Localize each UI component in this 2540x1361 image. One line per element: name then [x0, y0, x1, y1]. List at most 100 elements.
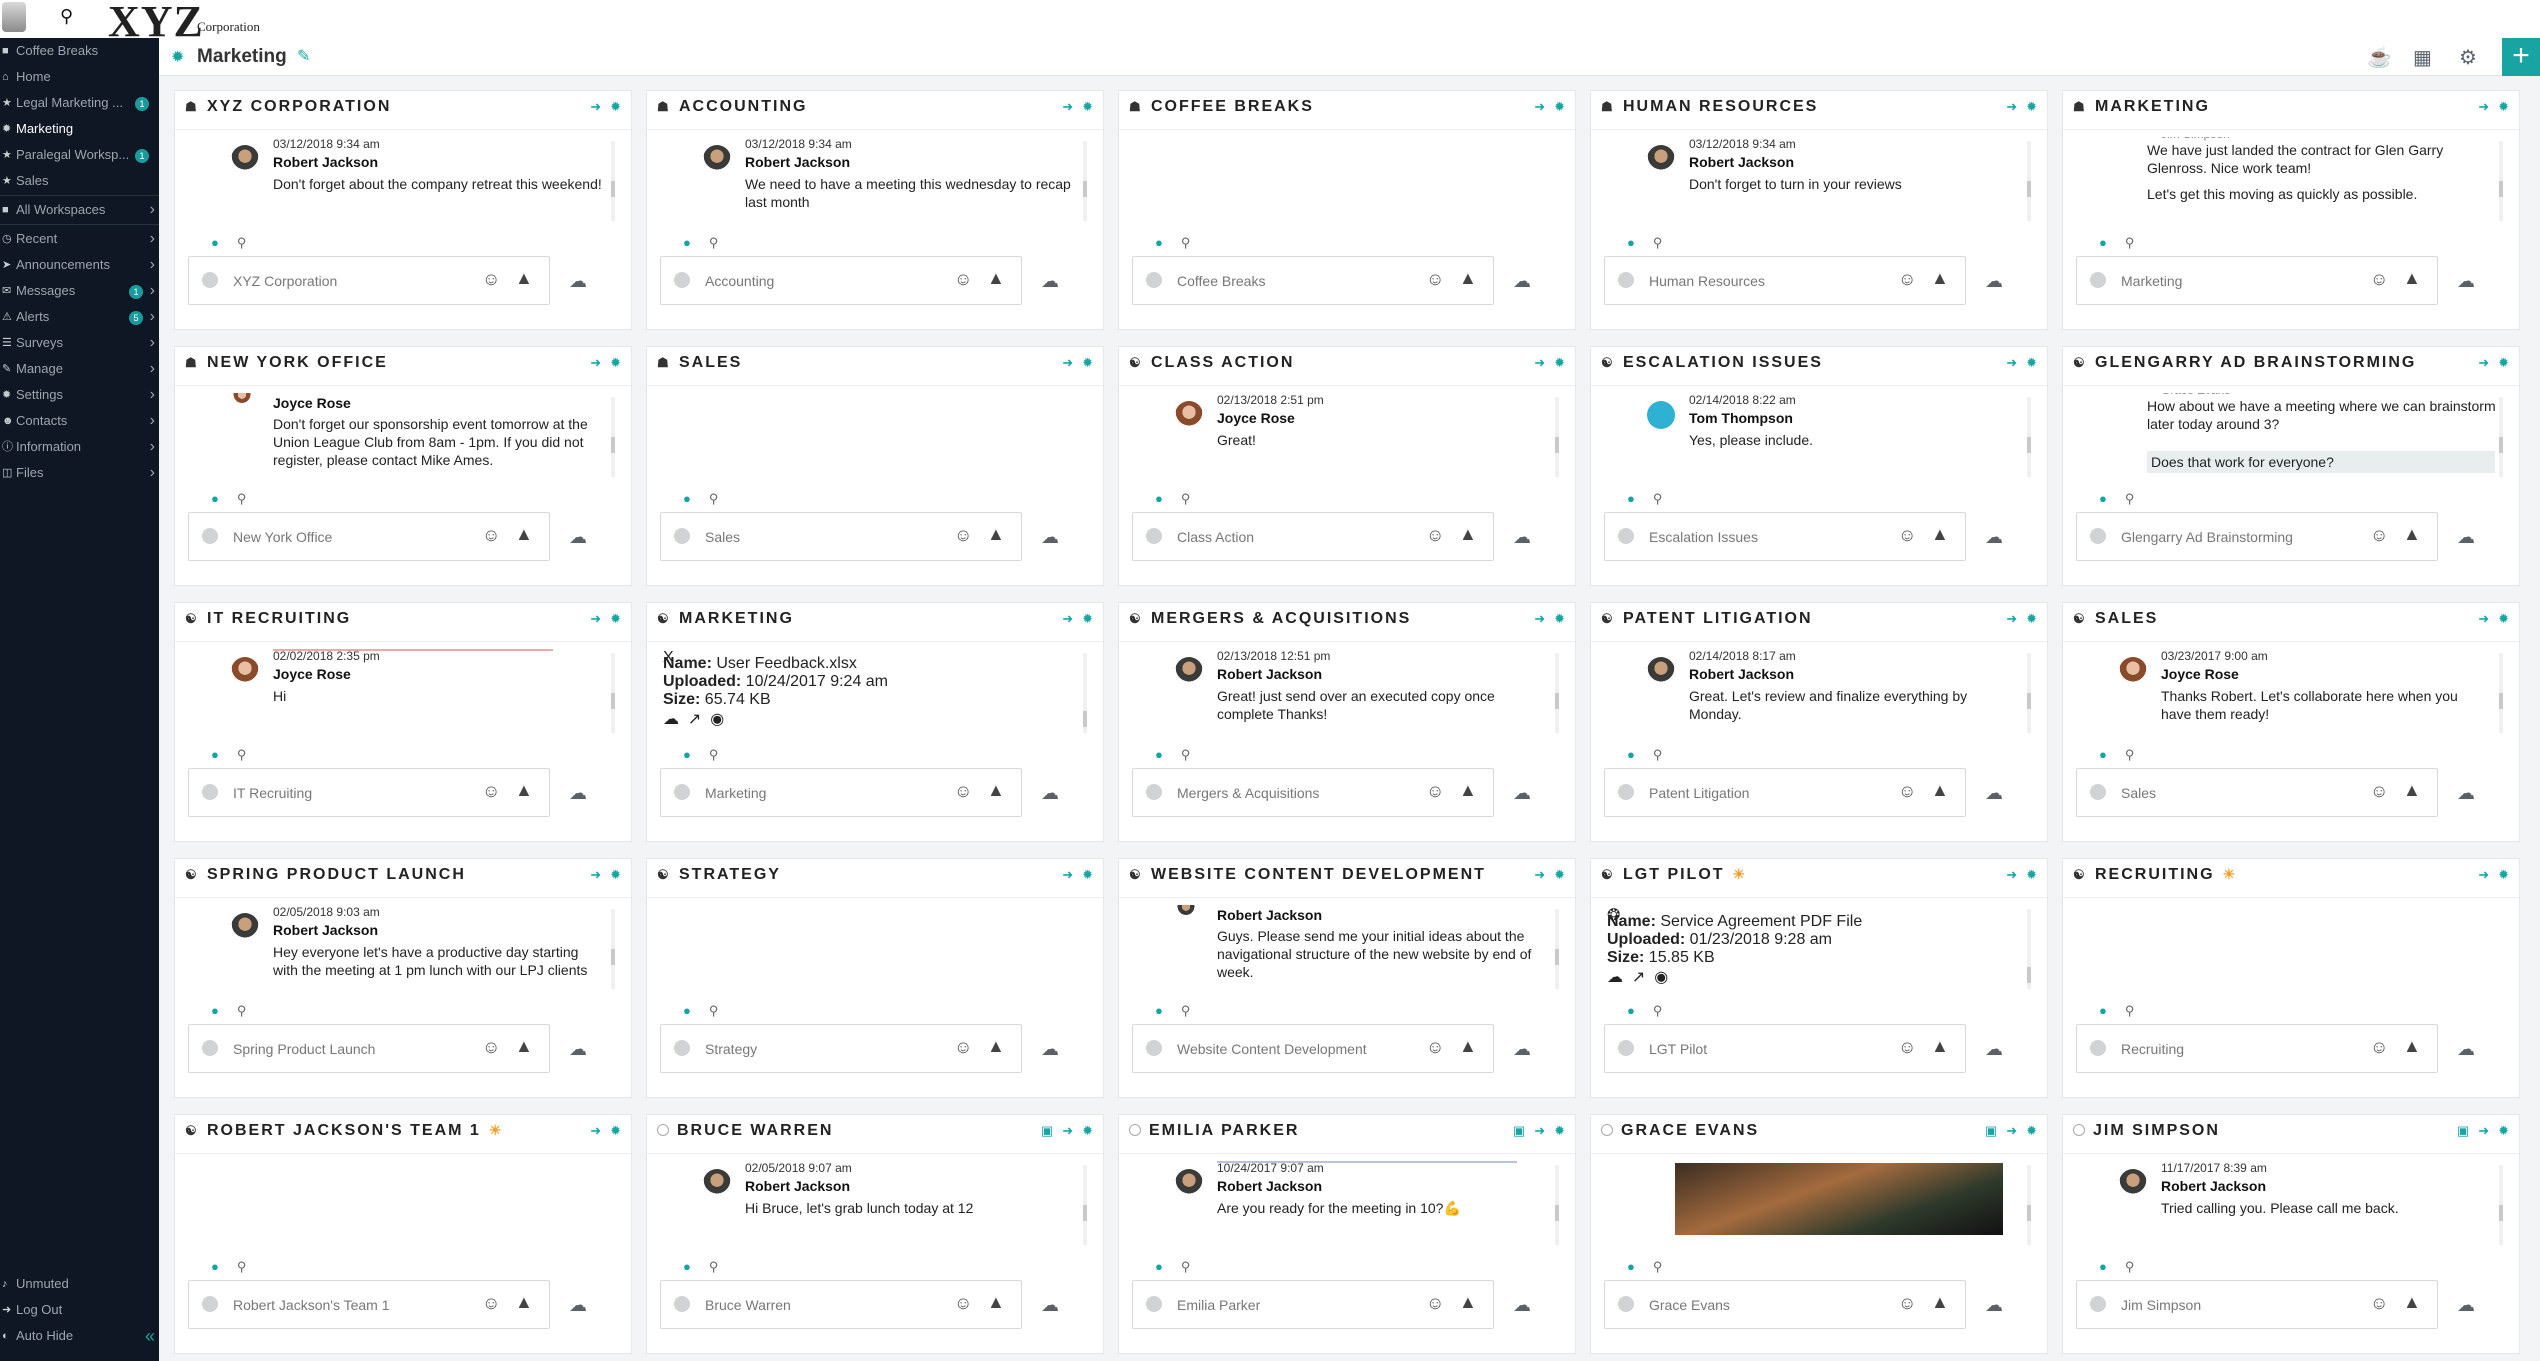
message-scrollbar[interactable] [2027, 141, 2031, 221]
video-call-icon[interactable]: ▣ [1985, 1123, 1997, 1138]
collapse-icon[interactable]: « [145, 1323, 155, 1349]
author-avatar[interactable] [231, 657, 259, 685]
message-input[interactable]: Sales ☺ ▲ [2076, 768, 2438, 817]
video-call-icon[interactable]: ▣ [1041, 1123, 1053, 1138]
message-scrollbar[interactable] [2499, 1165, 2503, 1245]
open-arrow-icon[interactable]: ➜ [2478, 867, 2489, 882]
open-arrow-icon[interactable]: ➜ [2006, 867, 2017, 882]
emoji-icon[interactable]: ☺ [954, 1293, 972, 1314]
card-title[interactable]: ☯ GLENGARRY AD BRAINSTORMING [2073, 354, 2416, 372]
message-input[interactable]: Spring Product Launch ☺ ▲ [188, 1024, 550, 1073]
card-title[interactable]: JIM SIMPSON [2073, 1122, 2220, 1140]
card-title[interactable]: GRACE EVANS [1601, 1122, 1759, 1140]
emoji-icon[interactable]: ☺ [1898, 1037, 1916, 1058]
card-settings-icon[interactable]: ✹ [2026, 355, 2037, 370]
search-icon[interactable]: ⚲ [60, 6, 73, 27]
message-input[interactable]: XYZ Corporation ☺ ▲ [188, 256, 550, 305]
chat-bubble-icon[interactable]: ● [2099, 491, 2107, 506]
upload-icon[interactable]: ☁ [1041, 527, 1059, 548]
message-input[interactable]: IT Recruiting ☺ ▲ [188, 768, 550, 817]
card-settings-icon[interactable]: ✹ [2498, 99, 2509, 114]
alert-icon[interactable]: ▲ [1931, 1292, 1949, 1313]
open-arrow-icon[interactable]: ➜ [590, 1123, 601, 1138]
message-scrollbar[interactable] [2499, 141, 2503, 221]
card-settings-icon[interactable]: ✹ [2498, 355, 2509, 370]
open-arrow-icon[interactable]: ➜ [590, 99, 601, 114]
emoji-icon[interactable]: ☺ [482, 525, 500, 546]
chevron-right-icon[interactable]: › [150, 197, 155, 223]
alert-icon[interactable]: ▲ [1459, 1036, 1477, 1057]
sidebar-item-paralegal-worksp[interactable]: ★ Paralegal Worksp... 1 [0, 142, 159, 168]
author-avatar[interactable] [1175, 401, 1203, 429]
view-icon[interactable]: ◉ [710, 711, 724, 728]
message-scrollbar[interactable] [611, 909, 615, 989]
alert-icon[interactable]: ▲ [515, 524, 533, 545]
emoji-icon[interactable]: ☺ [482, 781, 500, 802]
open-arrow-icon[interactable]: ➜ [2478, 99, 2489, 114]
emoji-icon[interactable]: ☺ [1898, 269, 1916, 290]
chat-bubble-icon[interactable]: ● [211, 491, 219, 506]
emoji-icon[interactable]: ☺ [954, 525, 972, 546]
card-settings-icon[interactable]: ✹ [2498, 611, 2509, 626]
edit-title-icon[interactable]: ✎ [297, 46, 310, 66]
sidebar-item-recent[interactable]: ◷ Recent › [0, 226, 159, 252]
open-arrow-icon[interactable]: ➜ [2006, 611, 2017, 626]
search-icon[interactable]: ⚲ [1181, 1259, 1191, 1274]
open-arrow-icon[interactable]: ➜ [2478, 611, 2489, 626]
message-input[interactable]: Class Action ☺ ▲ [1132, 512, 1494, 561]
sidebar-item-information[interactable]: ⓘ Information › [0, 434, 159, 460]
message-input[interactable]: Grace Evans ☺ ▲ [1604, 1280, 1966, 1329]
card-settings-icon[interactable]: ✹ [610, 99, 621, 114]
card-title[interactable]: ☯ PATENT LITIGATION [1601, 610, 1813, 628]
upload-icon[interactable]: ☁ [569, 1039, 587, 1060]
emoji-icon[interactable]: ☺ [1426, 1037, 1444, 1058]
alert-icon[interactable]: ▲ [1459, 780, 1477, 801]
card-title[interactable]: ☗ SALES [657, 354, 742, 372]
card-title[interactable]: ☯ SPRING PRODUCT LAUNCH [185, 866, 466, 884]
alert-icon[interactable]: ▲ [987, 268, 1005, 289]
upload-icon[interactable]: ☁ [1041, 1295, 1059, 1316]
sidebar-item-alerts[interactable]: ⚠ Alerts 5 › [0, 304, 159, 330]
chat-bubble-icon[interactable]: ● [211, 1259, 219, 1274]
message-input[interactable]: LGT Pilot ☺ ▲ [1604, 1024, 1966, 1073]
card-title[interactable]: ☯ WEBSITE CONTENT DEVELOPMENT [1129, 866, 1486, 884]
upload-icon[interactable]: ☁ [2457, 1039, 2475, 1060]
search-icon[interactable]: ⚲ [2125, 1259, 2135, 1274]
card-settings-icon[interactable]: ✹ [2498, 1123, 2509, 1138]
upload-icon[interactable]: ☁ [2457, 527, 2475, 548]
card-settings-icon[interactable]: ✹ [610, 867, 621, 882]
card-settings-icon[interactable]: ✹ [2026, 1123, 2037, 1138]
search-icon[interactable]: ⚲ [2125, 747, 2135, 762]
add-button[interactable]: + [2502, 38, 2540, 76]
message-scrollbar[interactable] [1083, 141, 1087, 221]
search-icon[interactable]: ⚲ [1181, 1003, 1191, 1018]
message-input[interactable]: Website Content Development ☺ ▲ [1132, 1024, 1494, 1073]
unmuted-toggle[interactable]: ♪ Unmuted [0, 1271, 159, 1297]
auto-hide-toggle[interactable]: ◐ Auto Hide « [0, 1323, 159, 1349]
card-title[interactable]: EMILIA PARKER [1129, 1122, 1299, 1140]
card-settings-icon[interactable]: ✹ [610, 355, 621, 370]
upload-icon[interactable]: ☁ [2457, 1295, 2475, 1316]
alert-icon[interactable]: ▲ [1931, 780, 1949, 801]
emoji-icon[interactable]: ☺ [1426, 781, 1444, 802]
sidebar-item-manage[interactable]: ✎ Manage › [0, 356, 159, 382]
upload-icon[interactable]: ☁ [1513, 1295, 1531, 1316]
message-input[interactable]: Human Resources ☺ ▲ [1604, 256, 1966, 305]
emoji-icon[interactable]: ☺ [1898, 525, 1916, 546]
search-icon[interactable]: ⚲ [2125, 491, 2135, 506]
sidebar-item-all-workspaces[interactable]: ■ All Workspaces › [0, 197, 159, 223]
chevron-right-icon[interactable]: › [150, 356, 155, 382]
view-icon[interactable]: ◉ [1654, 969, 1668, 986]
emoji-icon[interactable]: ☺ [482, 269, 500, 290]
message-scrollbar[interactable] [2027, 653, 2031, 733]
message-scrollbar[interactable] [1555, 909, 1559, 989]
open-arrow-icon[interactable]: ➜ [1062, 99, 1073, 114]
chevron-right-icon[interactable]: › [150, 408, 155, 434]
card-settings-icon[interactable]: ✹ [1554, 99, 1565, 114]
chevron-right-icon[interactable]: › [150, 434, 155, 460]
open-arrow-icon[interactable]: ➜ [2006, 355, 2017, 370]
message-scrollbar[interactable] [611, 141, 615, 221]
share-icon[interactable]: ↗ [688, 711, 701, 728]
sidebar-item-legal-marketing[interactable]: ★ Legal Marketing ... 1 [0, 90, 159, 116]
upload-icon[interactable]: ☁ [1985, 783, 2003, 804]
